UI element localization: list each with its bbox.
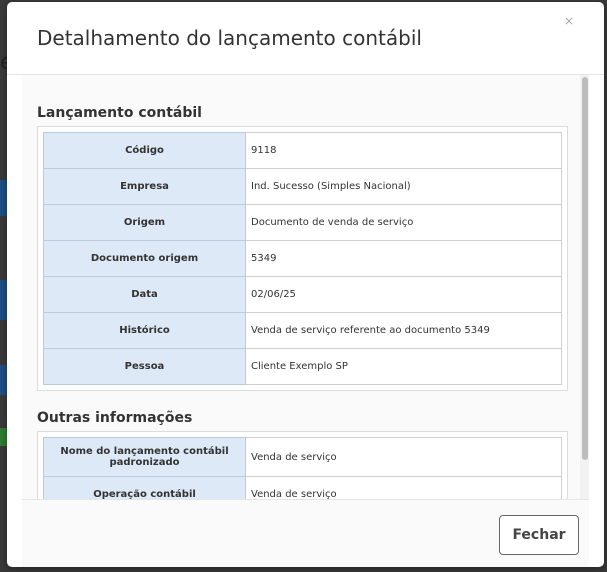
close-button[interactable]: Fechar (499, 515, 579, 555)
other-info-table: Nome do lançamento contábil padronizado V… (43, 437, 562, 499)
detail-modal: Detalhamento do lançamento contábil × La… (7, 2, 604, 567)
modal-header: Detalhamento do lançamento contábil × (7, 2, 604, 75)
row-value: Cliente Exemplo SP (245, 348, 562, 385)
close-icon[interactable]: × (564, 14, 574, 28)
row-label: Operação contábil (43, 476, 246, 499)
modal-body[interactable]: Lançamento contábil Código 9118 Empresa In… (22, 75, 589, 499)
row-label: Documento origem (43, 240, 246, 277)
row-value: 5349 (245, 240, 562, 277)
row-value: Venda de serviço referente ao documento … (245, 312, 562, 349)
table-row: Empresa Ind. Sucesso (Simples Nacional) (43, 168, 562, 205)
table-row: Documento origem 5349 (43, 240, 562, 277)
table-row: Nome do lançamento contábil padronizado V… (43, 437, 562, 477)
row-value: Venda de serviço (245, 476, 562, 499)
row-value: 9118 (245, 132, 562, 169)
table-row: Origem Documento de venda de serviço (43, 204, 562, 241)
table-row: Data 02/06/25 (43, 276, 562, 313)
row-label: Data (43, 276, 246, 313)
row-label: Origem (43, 204, 246, 241)
modal-footer: Fechar (22, 499, 589, 567)
row-label: Código (43, 132, 246, 169)
row-value: 02/06/25 (245, 276, 562, 313)
main-info-table: Código 9118 Empresa Ind. Sucesso (Simples … (43, 132, 562, 385)
row-value: Ind. Sucesso (Simples Nacional) (245, 168, 562, 205)
table-row: Pessoa Cliente Exemplo SP (43, 348, 562, 385)
row-value: Documento de venda de serviço (245, 204, 562, 241)
other-info-panel: Nome do lançamento contábil padronizado V… (37, 431, 568, 499)
row-value: Venda de serviço (245, 437, 562, 477)
row-label: Empresa (43, 168, 246, 205)
section-title-main: Lançamento contábil (37, 105, 202, 121)
scrollbar-thumb[interactable] (582, 77, 588, 460)
section-title-other: Outras informações (37, 410, 193, 426)
row-label: Nome do lançamento contábil padronizado (43, 437, 246, 477)
main-info-panel: Código 9118 Empresa Ind. Sucesso (Simples … (37, 126, 568, 391)
table-row: Histórico Venda de serviço referente ao d… (43, 312, 562, 349)
row-label: Histórico (43, 312, 246, 349)
row-label: Pessoa (43, 348, 246, 385)
scrollbar-track[interactable] (580, 75, 589, 499)
modal-title: Detalhamento do lançamento contábil (37, 26, 422, 50)
table-row: Operação contábil Venda de serviço (43, 476, 562, 499)
table-row: Código 9118 (43, 132, 562, 169)
